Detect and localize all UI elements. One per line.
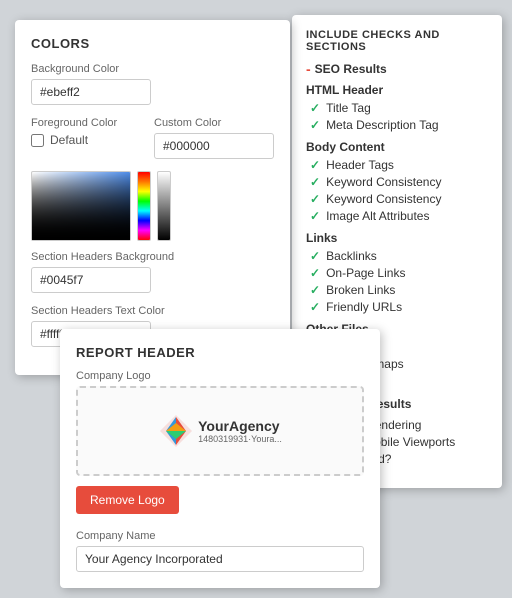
colors-panel: COLORS Background Color Foreground Color… xyxy=(15,20,290,375)
foreground-color-label: Foreground Color xyxy=(31,117,142,129)
checkmark-title-tag: ✓ xyxy=(310,101,320,115)
links-group: Links ✓ Backlinks ✓ On-Page Links ✓ Brok… xyxy=(306,231,488,314)
color-picker-area[interactable] xyxy=(31,171,274,241)
label-keyword-2: Keyword Consistency xyxy=(326,192,441,206)
foreground-default-row: Default xyxy=(31,133,142,147)
color-gradient[interactable] xyxy=(31,171,131,241)
label-image-alt: Image Alt Attributes xyxy=(326,209,429,223)
check-keyword-consistency-1: ✓ Keyword Consistency xyxy=(306,175,488,189)
checkmark-image-alt: ✓ xyxy=(310,209,320,223)
company-name-input[interactable] xyxy=(76,546,364,572)
seo-section-label: SEO Results xyxy=(315,62,387,76)
report-panel-title: REPORT HEADER xyxy=(76,345,364,360)
background-color-group: Background Color xyxy=(31,63,274,105)
label-title-tag: Title Tag xyxy=(326,101,371,115)
company-name-section: Company Name xyxy=(76,530,364,572)
section-headers-text-label: Section Headers Text Color xyxy=(31,305,274,317)
check-header-tags: ✓ Header Tags xyxy=(306,158,488,172)
background-color-input[interactable] xyxy=(31,79,151,105)
check-broken-links: ✓ Broken Links xyxy=(306,283,488,297)
check-meta-desc: ✓ Meta Description Tag xyxy=(306,118,488,132)
checkmark-backlinks: ✓ xyxy=(310,249,320,263)
check-friendly-urls: ✓ Friendly URLs xyxy=(306,300,488,314)
label-keyword-1: Keyword Consistency xyxy=(326,175,441,189)
company-name-label: Company Name xyxy=(76,530,364,542)
check-backlinks: ✓ Backlinks xyxy=(306,249,488,263)
links-title: Links xyxy=(306,231,488,245)
label-broken-links: Broken Links xyxy=(326,283,395,297)
label-backlinks: Backlinks xyxy=(326,249,377,263)
checkmark-meta-desc: ✓ xyxy=(310,118,320,132)
checkmark-keyword-1: ✓ xyxy=(310,175,320,189)
checkmark-broken-links: ✓ xyxy=(310,283,320,297)
section-headers-bg-label: Section Headers Background xyxy=(31,251,274,263)
body-content-group: Body Content ✓ Header Tags ✓ Keyword Con… xyxy=(306,140,488,223)
label-onpage-links: On-Page Links xyxy=(326,266,405,280)
section-headers-bg-group: Section Headers Background xyxy=(31,251,274,293)
checkmark-onpage-links: ✓ xyxy=(310,266,320,280)
foreground-custom-row: Foreground Color Default Custom Color xyxy=(31,117,274,159)
logo-upload-area[interactable]: YourAgency 1480319931·Youra... xyxy=(76,386,364,476)
html-header-group: HTML Header ✓ Title Tag ✓ Meta Descripti… xyxy=(306,83,488,132)
custom-color-label: Custom Color xyxy=(154,117,274,129)
check-keyword-consistency-2: ✓ Keyword Consistency xyxy=(306,192,488,206)
checkmark-friendly-urls: ✓ xyxy=(310,300,320,314)
html-header-title: HTML Header xyxy=(306,83,488,97)
body-content-title: Body Content xyxy=(306,140,488,154)
seo-toggle-icon: - xyxy=(306,61,311,77)
check-title-tag: ✓ Title Tag xyxy=(306,101,488,115)
company-logo-label: Company Logo xyxy=(76,370,364,382)
report-panel: REPORT HEADER Company Logo YourAgency 14… xyxy=(60,329,380,588)
foreground-default-label: Default xyxy=(50,133,88,147)
section-headers-bg-input[interactable] xyxy=(31,267,151,293)
agency-brand-name: YourAgency xyxy=(198,418,282,434)
agency-logo-icon xyxy=(158,413,194,449)
background-color-label: Background Color xyxy=(31,63,274,75)
foreground-color-col: Foreground Color Default xyxy=(31,117,142,159)
custom-color-col: Custom Color xyxy=(154,117,274,159)
check-onpage-links: ✓ On-Page Links xyxy=(306,266,488,280)
seo-section-toggle[interactable]: - SEO Results xyxy=(306,61,488,77)
hue-bar[interactable] xyxy=(137,171,151,241)
label-header-tags: Header Tags xyxy=(326,158,394,172)
check-image-alt: ✓ Image Alt Attributes xyxy=(306,209,488,223)
custom-color-input[interactable] xyxy=(154,133,274,159)
foreground-default-checkbox[interactable] xyxy=(31,134,44,147)
agency-sub-text: 1480319931·Youra... xyxy=(198,434,282,444)
checks-panel-title: INCLUDE CHECKS AND SECTIONS xyxy=(306,29,488,53)
label-friendly-urls: Friendly URLs xyxy=(326,300,402,314)
label-meta-desc: Meta Description Tag xyxy=(326,118,439,132)
black-bar[interactable] xyxy=(157,171,171,241)
colors-panel-title: COLORS xyxy=(31,36,274,51)
agency-logo: YourAgency 1480319931·Youra... xyxy=(158,413,282,449)
checkmark-header-tags: ✓ xyxy=(310,158,320,172)
checkmark-keyword-2: ✓ xyxy=(310,192,320,206)
remove-logo-button[interactable]: Remove Logo xyxy=(76,486,179,514)
logo-text-wrap: YourAgency 1480319931·Youra... xyxy=(198,418,282,444)
